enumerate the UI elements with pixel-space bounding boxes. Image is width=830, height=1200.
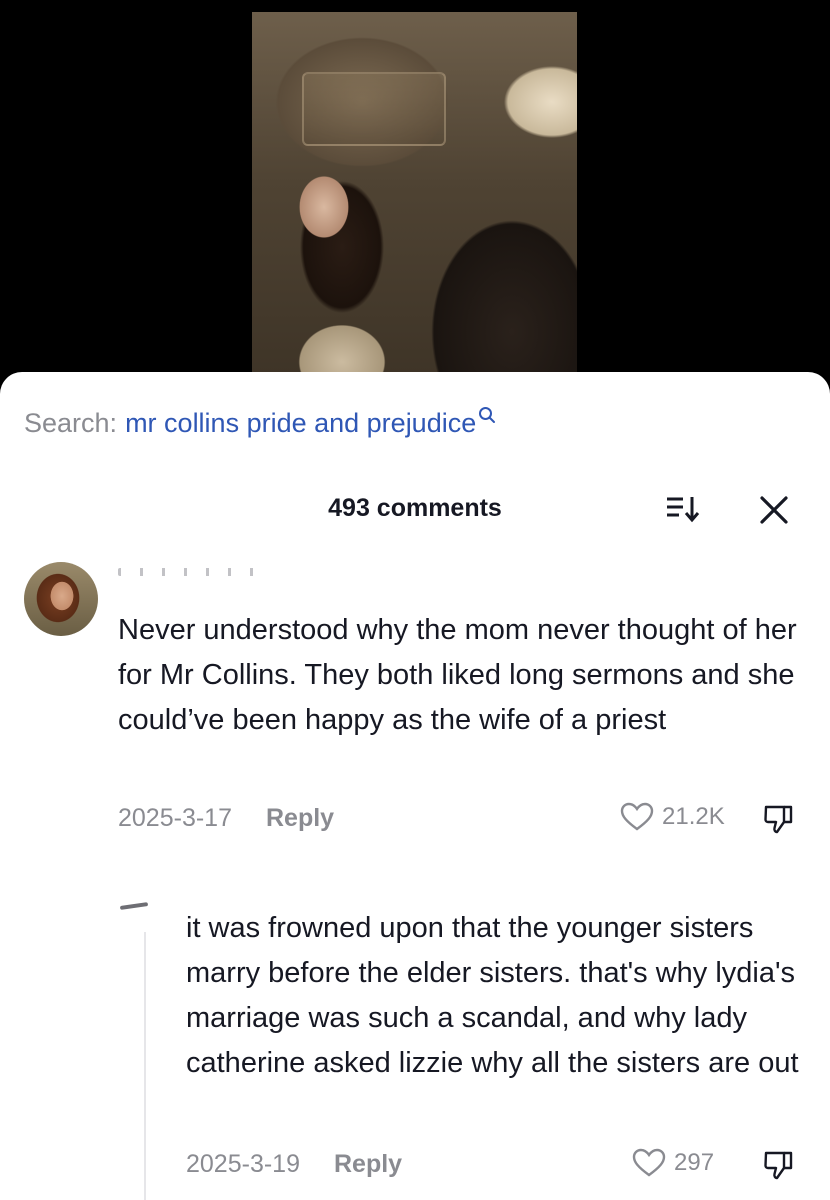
search-query-link[interactable]: mr collins pride and prejudice: [125, 408, 476, 438]
comment-count: 493 comments: [328, 494, 502, 522]
reply-text: it was frowned upon that the younger sis…: [186, 912, 799, 1079]
comment-username[interactable]: [118, 568, 268, 576]
reply-button[interactable]: Reply: [266, 804, 334, 832]
close-icon[interactable]: [758, 494, 790, 526]
reply-username[interactable]: [119, 902, 149, 910]
reply-like-count: 297: [674, 1149, 715, 1176]
dislike-icon[interactable]: [762, 802, 796, 836]
reply-like-button[interactable]: 297: [632, 1148, 714, 1178]
comments-header: 493 comments: [0, 490, 830, 530]
video-background-relief: [302, 72, 446, 146]
dislike-icon[interactable]: [762, 1148, 796, 1182]
reply-date: 2025-3-19: [186, 1150, 300, 1178]
comment-text: Never understood why the mom never thoug…: [118, 614, 797, 736]
comment-meta: 2025-3-17 Reply: [118, 804, 334, 833]
like-count: 21.2K: [662, 803, 725, 830]
search-prefix: Search:: [24, 408, 118, 438]
search-suggestion[interactable]: Search: mr collins pride and prejudice: [24, 406, 496, 439]
video-player[interactable]: [0, 0, 830, 390]
reply-reply-button[interactable]: Reply: [334, 1150, 402, 1178]
heart-icon: [632, 1148, 666, 1177]
like-button[interactable]: 21.2K: [620, 802, 725, 832]
reply-meta: 2025-3-19 Reply: [186, 1150, 402, 1179]
search-icon[interactable]: [478, 406, 496, 424]
reply-thread-line: [144, 932, 146, 1200]
comment-date: 2025-3-17: [118, 804, 232, 832]
video-frame[interactable]: [252, 12, 577, 390]
sort-icon[interactable]: [665, 494, 701, 524]
avatar[interactable]: [24, 562, 98, 636]
comments-sheet: Search: mr collins pride and prejudice 49…: [0, 372, 830, 1200]
heart-icon: [620, 802, 654, 831]
